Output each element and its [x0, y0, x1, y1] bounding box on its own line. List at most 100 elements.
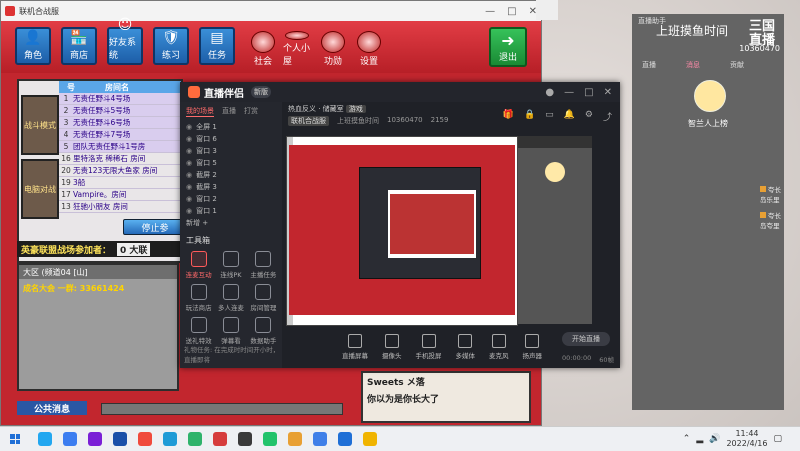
message-input[interactable]	[101, 403, 343, 415]
network-icon[interactable]: ▂	[696, 434, 703, 444]
taskbar-app-icon[interactable]	[288, 432, 302, 446]
control-speaker[interactable]: 扬声器	[523, 334, 542, 360]
room-row[interactable]: 20 无责123无限大鱼家 房间	[59, 165, 181, 177]
tool-multi-mic[interactable]: 多人连麦	[216, 283, 245, 313]
eye-icon[interactable]: ◉	[186, 171, 192, 179]
source-tag[interactable]: 联机合战服	[288, 116, 329, 126]
stream-preview[interactable]	[286, 136, 518, 326]
league-button[interactable]: 0 大联	[117, 242, 151, 256]
scene-item[interactable]: ◉ 截屏 2	[180, 169, 282, 181]
avatar[interactable]: ●	[545, 87, 554, 98]
taskbar-app-icon[interactable]	[113, 432, 127, 446]
taskbar-app-icon[interactable]	[138, 432, 152, 446]
tab-live[interactable]: 直播	[222, 106, 236, 117]
tool-pk[interactable]: 连线PK	[216, 250, 245, 280]
taskbar-app-icon[interactable]	[213, 432, 227, 446]
scene-item[interactable]: ◉ 全屏 1	[180, 121, 282, 133]
society-button[interactable]: 社会	[249, 31, 277, 67]
tool-co-host[interactable]: 连麦互动	[184, 250, 213, 280]
eye-icon[interactable]: ◉	[186, 159, 192, 167]
tool-room-admin[interactable]: 房间管理	[249, 283, 278, 313]
maximize-icon[interactable]: □	[507, 6, 516, 17]
start-icon[interactable]	[10, 434, 20, 444]
taskbar-app-icon[interactable]	[188, 432, 202, 446]
character-button[interactable]: 👤 角色	[15, 27, 51, 65]
practice-button[interactable]: 🛡 练习	[153, 27, 189, 65]
control-screen[interactable]: 直播屏幕	[342, 334, 368, 360]
room-row[interactable]: 2 无责任野斗5号场	[59, 105, 181, 117]
eye-icon[interactable]: ◉	[186, 147, 192, 155]
room-row[interactable]: 5 团队无责任野斗1号房	[59, 141, 181, 153]
control-mic[interactable]: 麦克风	[489, 334, 509, 360]
room-row[interactable]: 1 无责任野斗4号场	[59, 93, 181, 105]
scene-item[interactable]: ◉ 窗口 5	[180, 157, 282, 169]
friends-button[interactable]: ☺ 好友系统	[107, 17, 143, 65]
scene-item[interactable]: ◉ 窗口 1	[180, 205, 282, 217]
control-camera[interactable]: 摄像头	[382, 334, 402, 360]
eye-icon[interactable]: ◉	[186, 123, 192, 131]
notification-icon[interactable]: ▢	[773, 434, 782, 444]
tab-my-scenes[interactable]: 我的场景	[186, 106, 214, 117]
task-button[interactable]: ▤ 任务	[199, 27, 235, 65]
eye-icon[interactable]: ◉	[186, 195, 192, 203]
exit-button[interactable]: ➜ 退出	[489, 27, 527, 67]
add-scene-button[interactable]: 新增 +	[180, 217, 282, 229]
taskbar-app-icon[interactable]	[63, 432, 77, 446]
taskbar-app-icon[interactable]	[88, 432, 102, 446]
control-phone[interactable]: 手机投屏	[416, 334, 442, 360]
taskbar-app-icon[interactable]	[238, 432, 252, 446]
scene-item[interactable]: ◉ 截屏 3	[180, 181, 282, 193]
room-row[interactable]: 3 无责任野斗6号场	[59, 117, 181, 129]
merit-button[interactable]: 功勋	[319, 31, 347, 67]
mode-thumb-pc[interactable]: 电脑对战	[21, 159, 59, 219]
taskbar-app-icon[interactable]	[263, 432, 277, 446]
control-media[interactable]: 多媒体	[456, 334, 475, 360]
minimize-icon[interactable]: —	[564, 87, 574, 98]
scene-item[interactable]: ◉ 窗口 3	[180, 145, 282, 157]
category-tag[interactable]: 游戏	[345, 105, 366, 113]
chevron-up-icon[interactable]: ⌃	[683, 434, 691, 444]
close-icon[interactable]: ✕	[604, 87, 612, 98]
shop-button[interactable]: 🏪 商店	[61, 27, 97, 65]
taskbar-app-icon[interactable]	[338, 432, 352, 446]
maximize-icon[interactable]: □	[584, 87, 593, 98]
room-row[interactable]: 16 里特洛克 稀稀石 房间	[59, 153, 181, 165]
share-icon[interactable]: ⤴	[603, 110, 612, 123]
mode-thumb-battle[interactable]: 战斗模式	[21, 95, 59, 155]
lock-icon[interactable]: 🔒	[524, 110, 535, 123]
screen-icon[interactable]: ▭	[545, 110, 554, 123]
tab-messages[interactable]: 消息	[686, 60, 700, 70]
stop-button[interactable]: 停止参	[123, 219, 187, 235]
eye-icon[interactable]: ◉	[186, 135, 192, 143]
settings-button[interactable]: 设置	[355, 31, 383, 67]
room-row[interactable]: 4 无责任野斗7号场	[59, 129, 181, 141]
volume-icon[interactable]: 🔊	[709, 434, 720, 444]
tool-gift-fx[interactable]: 送礼特效	[184, 316, 213, 346]
taskbar-app-icon[interactable]	[363, 432, 377, 446]
room-row[interactable]: 19 3船	[59, 177, 181, 189]
go-live-button[interactable]: 开始直播	[562, 332, 610, 346]
scene-item[interactable]: ◉ 窗口 6	[180, 133, 282, 145]
taskbar-app-icon[interactable]	[38, 432, 52, 446]
tool-shop[interactable]: 玩法商店	[184, 283, 213, 313]
gift-icon[interactable]: 🎁	[503, 110, 514, 123]
clock[interactable]: 11:44 2022/4/16	[726, 429, 767, 449]
scene-item[interactable]: ◉ 窗口 2	[180, 193, 282, 205]
house-button[interactable]: 个人小屋	[283, 31, 311, 67]
room-row[interactable]: 17 Vampire。房间	[59, 189, 181, 201]
tab-reward[interactable]: 打赏	[244, 106, 258, 117]
room-row[interactable]: 13 狂驰小朋友 房间	[59, 201, 181, 213]
minimize-icon[interactable]: —	[485, 6, 495, 17]
tab-live[interactable]: 直播	[642, 60, 656, 70]
bell-icon[interactable]: 🔔	[564, 110, 575, 123]
public-message-button[interactable]: 公共消息	[17, 401, 87, 415]
eye-icon[interactable]: ◉	[186, 183, 192, 191]
settings-icon[interactable]: ⚙	[585, 110, 593, 123]
taskbar-app-icon[interactable]	[313, 432, 327, 446]
tab-contribution[interactable]: 贡献	[730, 60, 744, 70]
tool-danmaku[interactable]: 弹幕看	[216, 316, 245, 346]
taskbar-app-icon[interactable]	[163, 432, 177, 446]
tool-tasks[interactable]: 主播任务	[249, 250, 278, 280]
eye-icon[interactable]: ◉	[186, 207, 192, 215]
tool-data[interactable]: 数据助手	[249, 316, 278, 346]
